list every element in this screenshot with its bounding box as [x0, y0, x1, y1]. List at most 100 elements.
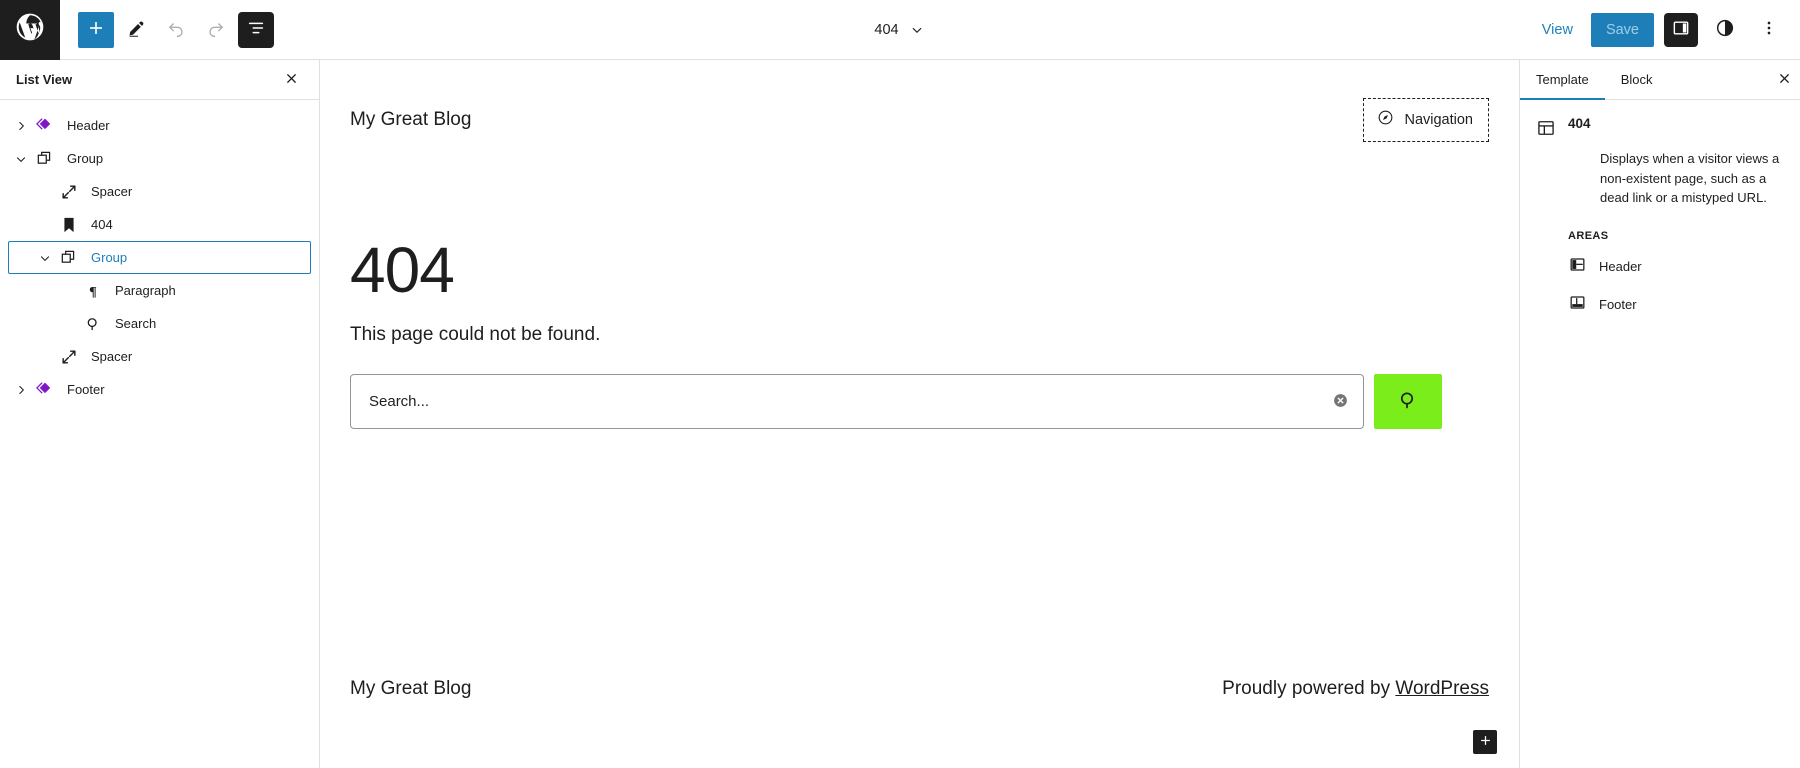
template-part-icon — [33, 380, 57, 400]
svg-text:¶: ¶ — [89, 284, 97, 300]
tools-edit-button[interactable] — [118, 12, 154, 48]
block-appender-button[interactable] — [1473, 730, 1497, 754]
list-view-panel: List View Header Group Spacer 404 Group ¶ Para… — [0, 60, 320, 768]
list-view-title: List View — [16, 72, 72, 87]
error-message-paragraph[interactable]: This page could not be found. — [350, 324, 1489, 346]
list-view-row-label: Search — [115, 316, 156, 331]
site-header-block: My Great Blog Navigation — [350, 60, 1489, 142]
footer-credit-prefix: Proudly powered by — [1222, 678, 1395, 699]
search-submit-button[interactable] — [1374, 374, 1442, 429]
list-view-close-button[interactable] — [277, 66, 305, 94]
save-button[interactable]: Save — [1591, 13, 1654, 47]
list-view-row-group[interactable]: Group — [8, 241, 311, 274]
redo-arrow-icon — [205, 17, 227, 42]
tab-block[interactable]: Block — [1605, 60, 1669, 100]
template-description: Displays when a visitor views a non-exis… — [1600, 149, 1784, 208]
header-area-icon — [1568, 255, 1587, 279]
list-view-header: List View — [0, 60, 319, 100]
styles-button[interactable] — [1708, 13, 1742, 47]
document-title[interactable]: 404 — [874, 22, 898, 38]
list-view-row-label: 404 — [91, 217, 113, 232]
list-view-row-label: Group — [91, 250, 127, 265]
editor-canvas[interactable]: My Great Blog Navigation 404 This page c… — [320, 60, 1520, 768]
template-title-row: 404 — [1536, 116, 1784, 143]
list-view-row-label: Group — [67, 151, 103, 166]
chevron-down-icon[interactable] — [9, 152, 33, 166]
spacer-arrows-icon — [57, 182, 81, 202]
navigation-compass-icon — [1376, 108, 1395, 132]
area-item-footer[interactable]: Footer — [1536, 286, 1784, 324]
footer-area-icon — [1568, 293, 1587, 317]
search-field-wrapper — [350, 374, 1364, 429]
more-options-button[interactable] — [1752, 13, 1786, 47]
list-view-row-paragraph[interactable]: ¶ Paragraph — [8, 274, 311, 307]
footer-site-title[interactable]: My Great Blog — [350, 678, 471, 700]
chevron-down-icon[interactable] — [33, 251, 57, 265]
sidebar-panel-icon — [1671, 18, 1691, 41]
close-x-icon — [1777, 71, 1792, 89]
top-bar-left-tools — [60, 12, 274, 48]
site-title[interactable]: My Great Blog — [350, 109, 471, 131]
list-view-row-spacer[interactable]: Spacer — [8, 175, 311, 208]
bookmark-icon — [57, 215, 81, 235]
search-clear-button[interactable] — [1331, 393, 1349, 411]
group-blocks-icon — [33, 149, 57, 169]
settings-sidebar-toggle-button[interactable] — [1664, 13, 1698, 47]
chevron-down-icon[interactable] — [908, 21, 926, 39]
wordpress-credit-link[interactable]: WordPress — [1395, 678, 1489, 699]
search-magnifier-icon — [1396, 388, 1420, 415]
top-bar-right-tools: View Save — [1534, 13, 1800, 47]
list-view-row-header[interactable]: Header — [8, 109, 311, 142]
error-code-heading[interactable]: 404 — [350, 238, 1489, 302]
block-tree: Header Group Spacer 404 Group ¶ Paragraph Searc… — [0, 100, 319, 406]
close-x-icon — [284, 71, 299, 89]
list-view-row-group[interactable]: Group — [8, 142, 311, 175]
chevron-right-icon[interactable] — [9, 383, 33, 397]
search-input[interactable] — [351, 375, 1363, 428]
list-view-icon — [245, 17, 267, 42]
area-label-footer: Footer — [1599, 297, 1637, 312]
group-blocks-icon — [57, 248, 81, 268]
list-view-row-label: Footer — [67, 382, 105, 397]
contrast-half-circle-icon — [1714, 17, 1736, 42]
pencil-edit-icon — [125, 17, 147, 42]
settings-close-button[interactable] — [1768, 60, 1800, 99]
plus-icon — [1478, 733, 1493, 751]
site-footer-block: My Great Blog Proudly powered by WordPre… — [350, 678, 1489, 700]
search-block — [350, 374, 1442, 429]
navigation-block-placeholder[interactable]: Navigation — [1363, 98, 1489, 142]
settings-sidebar: Template Block 404 — [1520, 60, 1800, 768]
search-magnifier-icon — [81, 314, 105, 334]
pilcrow-icon: ¶ — [81, 281, 105, 301]
navigation-block-label: Navigation — [1404, 112, 1473, 128]
areas-section-label: AREAS — [1568, 230, 1784, 242]
undo-button[interactable] — [158, 12, 194, 48]
list-view-row-label: Spacer — [91, 349, 132, 364]
tab-template[interactable]: Template — [1520, 60, 1605, 100]
area-item-header[interactable]: Header — [1536, 248, 1784, 286]
list-view-row-label: Spacer — [91, 184, 132, 199]
list-view-row-search[interactable]: Search — [8, 307, 311, 340]
list-view-row-404[interactable]: 404 — [8, 208, 311, 241]
clear-circle-x-icon — [1332, 392, 1349, 412]
wordpress-logo-button[interactable] — [0, 0, 60, 60]
editor-main: List View Header Group Spacer 404 Group ¶ Para… — [0, 60, 1800, 768]
list-view-row-label: Paragraph — [115, 283, 176, 298]
settings-body: 404 Displays when a visitor views a non-… — [1520, 100, 1800, 324]
template-layout-icon — [1536, 118, 1556, 143]
redo-button[interactable] — [198, 12, 234, 48]
three-dots-vertical-icon — [1759, 18, 1779, 41]
list-view-row-footer[interactable]: Footer — [8, 373, 311, 406]
template-part-icon — [33, 116, 57, 136]
template-name: 404 — [1568, 116, 1591, 131]
editor-top-bar: 404 View Save — [0, 0, 1800, 60]
add-block-button[interactable] — [78, 12, 114, 48]
view-link[interactable]: View — [1534, 16, 1581, 44]
settings-tabs: Template Block — [1520, 60, 1800, 100]
list-view-row-spacer[interactable]: Spacer — [8, 340, 311, 373]
list-view-toggle-button[interactable] — [238, 12, 274, 48]
list-view-row-label: Header — [67, 118, 110, 133]
spacer-arrows-icon — [57, 347, 81, 367]
wordpress-logo-icon — [14, 11, 46, 48]
chevron-right-icon[interactable] — [9, 119, 33, 133]
